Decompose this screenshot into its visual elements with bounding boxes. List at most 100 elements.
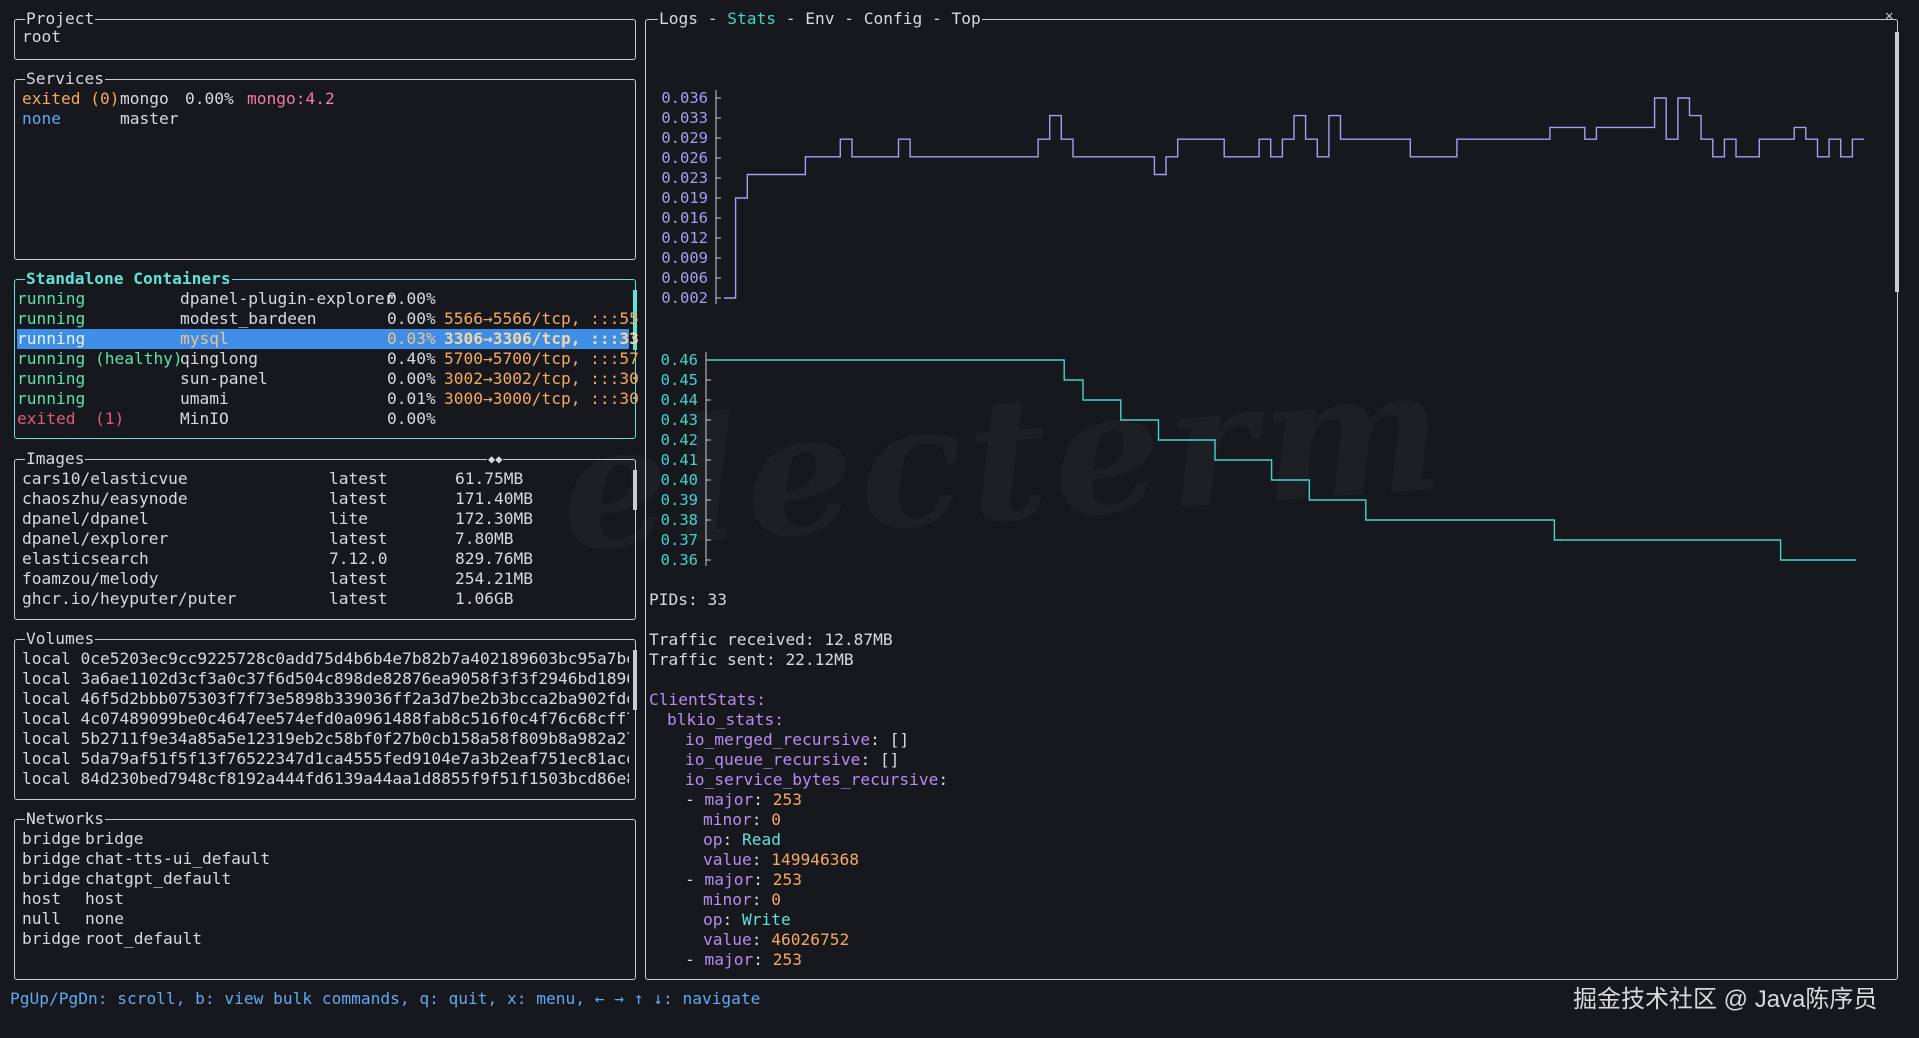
memory-chart: 0.46 0.45 0.44 0.43 0.42 0.41 0.40 0.39 0.38 0.37… [661,351,1856,569]
entry-major: - major: 253 [685,870,802,889]
container-row[interactable]: running sun-panel 0.00% 3002→3002/tcp, :::3… [17,369,639,389]
image-row[interactable]: dpanel/dpanel lite 172.30MB [22,509,629,529]
image-size: 172.30MB [455,509,533,528]
container-cpu: 0.40% [387,349,436,368]
project-panel[interactable]: Project root [14,9,636,60]
image-row[interactable]: elasticsearch 7.12.0 829.76MB [22,549,629,569]
volumes-panel[interactable]: Volumes local 0ce5203ec9cc9225728c0add75… [14,629,637,800]
tab-stats[interactable]: Stats [727,9,776,28]
watermark-text: 掘金技术社区 @ Java陈序员 [1573,986,1878,1013]
y-tick-label: 0.43 [661,411,698,429]
container-row[interactable]: running umami 0.01% 3000→3000/tcp, :::30 [17,389,639,409]
tab-env[interactable]: Env [805,9,834,28]
network-driver: bridge [22,849,81,868]
image-tag: latest [329,469,388,488]
y-tick-label: 0.006 [661,269,708,287]
image-tag: latest [329,569,388,588]
entry-op: op: Read [703,830,781,849]
close-icon[interactable]: ✕ [1885,8,1893,24]
container-ports: 3000→3000/tcp, :::30 [444,389,639,408]
tab-logs[interactable]: Logs [659,9,698,28]
volume-row[interactable]: local 4c07489099be0c4647ee574efd0a096148… [22,709,629,729]
container-status: exited (1) [17,409,125,428]
y-tick-label: 0.026 [661,149,708,167]
y-tick-label: 0.012 [661,229,708,247]
y-tick-label: 0.029 [661,129,708,147]
y-tick-label: 0.019 [661,189,708,207]
image-row[interactable]: ghcr.io/heyputer/puter latest 1.06GB [22,589,629,609]
volumes-scrollbar[interactable] [633,650,637,710]
images-scrollbar[interactable] [633,470,637,510]
networks-title: Networks [25,809,105,829]
image-name: ghcr.io/heyputer/puter [22,589,237,608]
network-row[interactable]: null none [22,909,629,929]
volume-row[interactable]: local 5da79af51f5f13f76522347d1ca4555fed… [22,749,629,769]
images-panel[interactable]: Images ◆◆ cars10/elasticvue latest 61.75MB… [14,449,637,620]
client-stats-heading: ClientStats: [649,690,766,709]
container-row[interactable]: running modest_bardeen 0.00% 5566→5566/tcp,… [17,309,639,329]
service-row[interactable]: exited (0) mongo 0.00% mongo:4.2 [22,89,629,109]
container-name: modest_bardeen [180,309,317,328]
y-tick-label: 0.033 [661,109,708,127]
image-size: 61.75MB [455,469,524,488]
y-tick-label: 0.036 [661,89,708,107]
traffic-received: Traffic received: 12.87MB [649,630,893,649]
image-name: dpanel/dpanel [22,509,149,528]
image-tag: latest [329,589,388,608]
container-cpu: 0.00% [387,409,436,428]
container-row[interactable]: running (healthy) qinglong 0.40% 5700→5700/… [17,349,639,369]
volume-row[interactable]: local 84d230bed7948cf8192a444fd6139a44aa… [22,769,629,789]
tab-top[interactable]: Top [951,9,980,28]
network-row[interactable]: bridge chatgpt_default [22,869,629,889]
image-row[interactable]: dpanel/explorer latest 7.80MB [22,529,629,549]
tab-config[interactable]: Config [864,9,922,28]
main-tabs: Logs - Stats - Env - Config - Top [658,9,982,29]
service-name: mongo [120,89,169,108]
volume-row[interactable]: local 46f5d2bbb075303f7f73e5898b339036ff… [22,689,629,709]
container-cpu: 0.00% [387,369,436,388]
y-tick-label: 0.41 [661,451,698,469]
container-cpu: 0.01% [387,389,436,408]
container-row[interactable]: exited (1) MinIO 0.00% [17,409,629,429]
service-row[interactable]: none master [22,109,629,129]
images-drag-handle[interactable]: ◆◆ [487,449,504,469]
container-row[interactable]: running mysql 0.03% 3306→3306/tcp, :::33 [17,329,639,349]
y-tick-label: 0.009 [661,249,708,267]
network-name: root_default [85,929,202,948]
network-driver: bridge [22,829,81,848]
service-name: master [120,109,179,128]
main-panel[interactable]: Logs - Stats - Env - Config - Top 0.036 0… [645,9,1899,980]
volume-row[interactable]: local 0ce5203ec9cc9225728c0add75d4b6b4e7… [22,649,629,669]
image-row[interactable]: cars10/elasticvue latest 61.75MB [22,469,629,489]
image-row[interactable]: foamzou/melody latest 254.21MB [22,569,629,589]
network-row[interactable]: bridge bridge [22,829,629,849]
volume-row[interactable]: local 3a6ae1102d3cf3a0c37f6d504c898de828… [22,669,629,689]
network-row[interactable]: bridge chat-tts-ui_default [22,849,629,869]
image-size: 829.76MB [455,549,533,568]
series-line [724,97,1864,299]
networks-panel[interactable]: Networks bridge bridge bridge chat-tts-ui_d… [14,809,636,980]
y-tick-label: 0.016 [661,209,708,227]
image-tag: 7.12.0 [329,549,388,568]
y-tick-label: 0.40 [661,471,698,489]
container-row[interactable]: running dpanel-plugin-explorer 0.00% [17,289,629,309]
volume-row[interactable]: local 5b2711f9e34a85a5e12319eb2c58bf0f27… [22,729,629,749]
network-row[interactable]: host host [22,889,629,909]
image-row[interactable]: chaoszhu/easynode latest 171.40MB [22,489,629,509]
service-image: mongo:4.2 [247,89,335,108]
y-tick-label: 0.002 [661,289,708,305]
container-ports: 3306→3306/tcp, :::33 [444,329,639,348]
y-tick-label: 0.023 [661,169,708,187]
traffic-sent: Traffic sent: 22.12MB [649,650,854,669]
network-row[interactable]: bridge root_default [22,929,629,949]
blkio-stats-key: blkio_stats: [667,710,784,729]
network-driver: bridge [22,929,81,948]
container-status: running [17,389,86,408]
services-panel[interactable]: Services exited (0) mongo 0.00% mongo:4.… [14,69,636,260]
container-status: running [17,289,86,308]
project-value: root [22,27,61,46]
container-cpu: 0.00% [387,309,436,328]
containers-panel[interactable]: Standalone Containers running dpanel-plug… [14,269,639,439]
main-scrollbar[interactable] [1895,32,1899,292]
container-name: qinglong [180,349,258,368]
